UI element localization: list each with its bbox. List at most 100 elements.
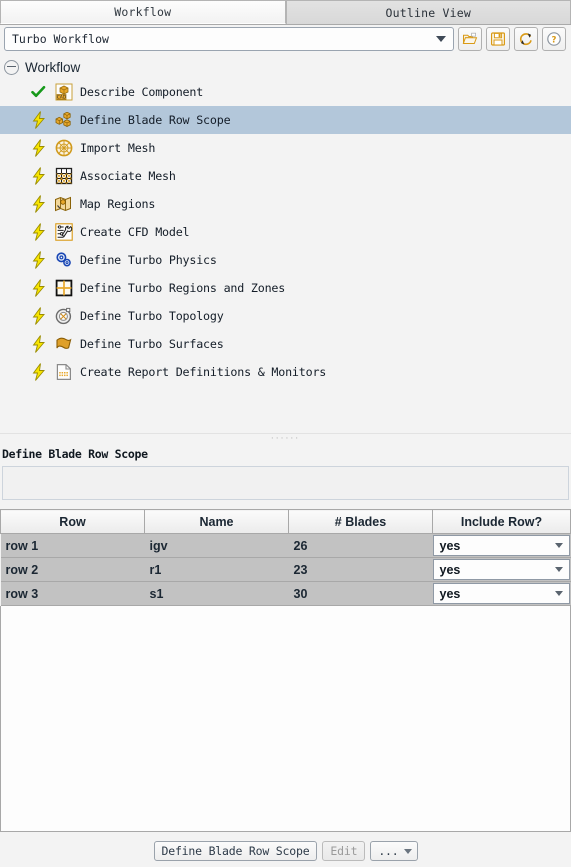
chevron-down-icon — [554, 567, 563, 572]
bolt-icon — [30, 194, 47, 214]
bolt-icon — [30, 110, 47, 130]
open-workflow-button[interactable] — [458, 27, 482, 51]
tree-item-create-cfd-model[interactable]: Create CFD Model — [0, 218, 571, 246]
chevron-down-icon — [554, 543, 563, 548]
tree-item-label: Describe Component — [80, 85, 204, 99]
more-options-label: ... — [378, 844, 399, 858]
tree-item-define-blade-row-scope[interactable]: Define Blade Row Scope — [0, 106, 571, 134]
column-header-blades[interactable]: # Blades — [288, 509, 433, 534]
help-icon: ? — [547, 32, 561, 46]
chevron-down-icon — [403, 848, 412, 854]
bolt-icon — [30, 138, 47, 158]
tree-item-define-turbo-topology[interactable]: Define Turbo Topology — [0, 302, 571, 330]
workflow-tree: Workflow CAD Describe Component Define B… — [0, 53, 571, 433]
bolt-icon — [30, 250, 47, 270]
cell-include-row: yes — [432, 581, 571, 606]
include-row-select[interactable]: yes — [432, 559, 570, 580]
define-blade-row-scope-button[interactable]: Define Blade Row Scope — [153, 841, 318, 861]
view-tabbar: Workflow Outline View — [0, 0, 571, 25]
mesh-sphere-icon — [53, 138, 74, 158]
tree-item-label: Define Turbo Regions and Zones — [80, 281, 286, 295]
column-header-row[interactable]: Row — [0, 509, 145, 534]
tab-workflow[interactable]: Workflow — [0, 0, 286, 24]
splitter-grip-icon: ······ — [270, 434, 301, 444]
define-blade-row-scope-label: Define Blade Row Scope — [161, 844, 310, 858]
tree-item-import-mesh[interactable]: Import Mesh — [0, 134, 571, 162]
blade-row-boxes-icon — [53, 110, 74, 130]
map-regions-icon — [53, 194, 74, 214]
physics-gears-icon — [53, 250, 74, 270]
cell-name[interactable]: s1 — [144, 581, 289, 606]
mesh-grid-icon — [53, 166, 74, 186]
collapse-icon[interactable] — [4, 59, 19, 75]
bolt-icon — [30, 222, 47, 242]
panel-splitter[interactable]: ······ — [0, 433, 571, 444]
regions-grid-icon — [53, 278, 74, 298]
tree-item-label: Associate Mesh — [80, 169, 176, 183]
workflow-type-select[interactable]: Turbo Workflow — [4, 27, 454, 51]
tree-item-create-report-definitions-and-monitors[interactable]: Create Report Definitions & Monitors — [0, 358, 571, 386]
table-row[interactable]: row 3 s1 30 yes — [0, 581, 571, 606]
edit-button[interactable]: Edit — [322, 841, 366, 861]
task-property-panel: Define Blade Row Scope Row Name # Blades… — [0, 444, 571, 832]
task-action-bar: Define Blade Row Scope Edit ... — [0, 835, 571, 867]
cell-blades[interactable]: 23 — [288, 557, 433, 582]
tree-item-map-regions[interactable]: Map Regions — [0, 190, 571, 218]
tree-item-label: Create CFD Model — [80, 225, 190, 239]
svg-text:CAD: CAD — [56, 95, 65, 100]
cell-row[interactable]: row 3 — [0, 581, 145, 606]
tab-workflow-label: Workflow — [114, 5, 172, 19]
include-row-select[interactable]: yes — [432, 583, 570, 604]
cfd-wrench-icon — [53, 222, 74, 242]
tree-root-label: Workflow — [25, 59, 81, 75]
help-button[interactable]: ? — [542, 27, 566, 51]
workflow-toolbar: Turbo Workflow ? — [0, 25, 571, 53]
tree-item-describe-component[interactable]: CAD Describe Component — [0, 78, 571, 106]
include-row-value: yes — [439, 538, 461, 553]
cell-name[interactable]: r1 — [144, 557, 289, 582]
tree-item-define-turbo-physics[interactable]: Define Turbo Physics — [0, 246, 571, 274]
tree-item-label: Define Turbo Topology — [80, 309, 224, 323]
more-options-button[interactable]: ... — [370, 841, 418, 861]
check-icon — [30, 82, 47, 102]
bolt-icon — [30, 362, 47, 382]
save-icon — [491, 32, 506, 46]
cell-blades[interactable]: 30 — [288, 581, 433, 606]
tree-item-associate-mesh[interactable]: Associate Mesh — [0, 162, 571, 190]
bolt-icon — [30, 278, 47, 298]
table-row[interactable]: row 1 igv 26 yes — [0, 533, 571, 558]
edit-label: Edit — [330, 844, 358, 858]
include-row-select[interactable]: yes — [432, 535, 570, 556]
chevron-down-icon — [436, 36, 446, 42]
tree-item-define-turbo-regions-and-zones[interactable]: Define Turbo Regions and Zones — [0, 274, 571, 302]
refresh-icon — [519, 33, 532, 46]
tree-item-label: Define Turbo Physics — [80, 253, 217, 267]
tree-item-label: Map Regions — [80, 197, 156, 211]
table-header-row: Row Name # Blades Include Row? — [0, 509, 571, 534]
cell-row[interactable]: row 2 — [0, 557, 145, 582]
cell-row[interactable]: row 1 — [0, 533, 145, 558]
cell-name[interactable]: igv — [144, 533, 289, 558]
tree-root-workflow[interactable]: Workflow — [0, 56, 571, 78]
report-page-icon — [53, 362, 74, 382]
reset-workflow-button[interactable] — [514, 27, 538, 51]
cell-include-row: yes — [432, 557, 571, 582]
column-header-include-row[interactable]: Include Row? — [432, 509, 571, 534]
bolt-icon — [30, 334, 47, 354]
include-row-value: yes — [439, 586, 461, 601]
tree-item-define-turbo-surfaces[interactable]: Define Turbo Surfaces — [0, 330, 571, 358]
tab-outline-view[interactable]: Outline View — [285, 0, 571, 24]
panel-title: Define Blade Row Scope — [2, 447, 148, 461]
cad-box-icon: CAD — [53, 82, 74, 102]
save-workflow-button[interactable] — [486, 27, 510, 51]
tree-item-label: Create Report Definitions & Monitors — [80, 365, 327, 379]
tree-item-label: Define Blade Row Scope — [80, 113, 231, 127]
cell-blades[interactable]: 26 — [288, 533, 433, 558]
bolt-icon — [30, 306, 47, 326]
chevron-down-icon — [554, 591, 563, 596]
table-row[interactable]: row 2 r1 23 yes — [0, 557, 571, 582]
topology-disc-icon — [53, 306, 74, 326]
workflow-type-value: Turbo Workflow — [12, 32, 109, 46]
cell-include-row: yes — [432, 533, 571, 558]
column-header-name[interactable]: Name — [144, 509, 289, 534]
